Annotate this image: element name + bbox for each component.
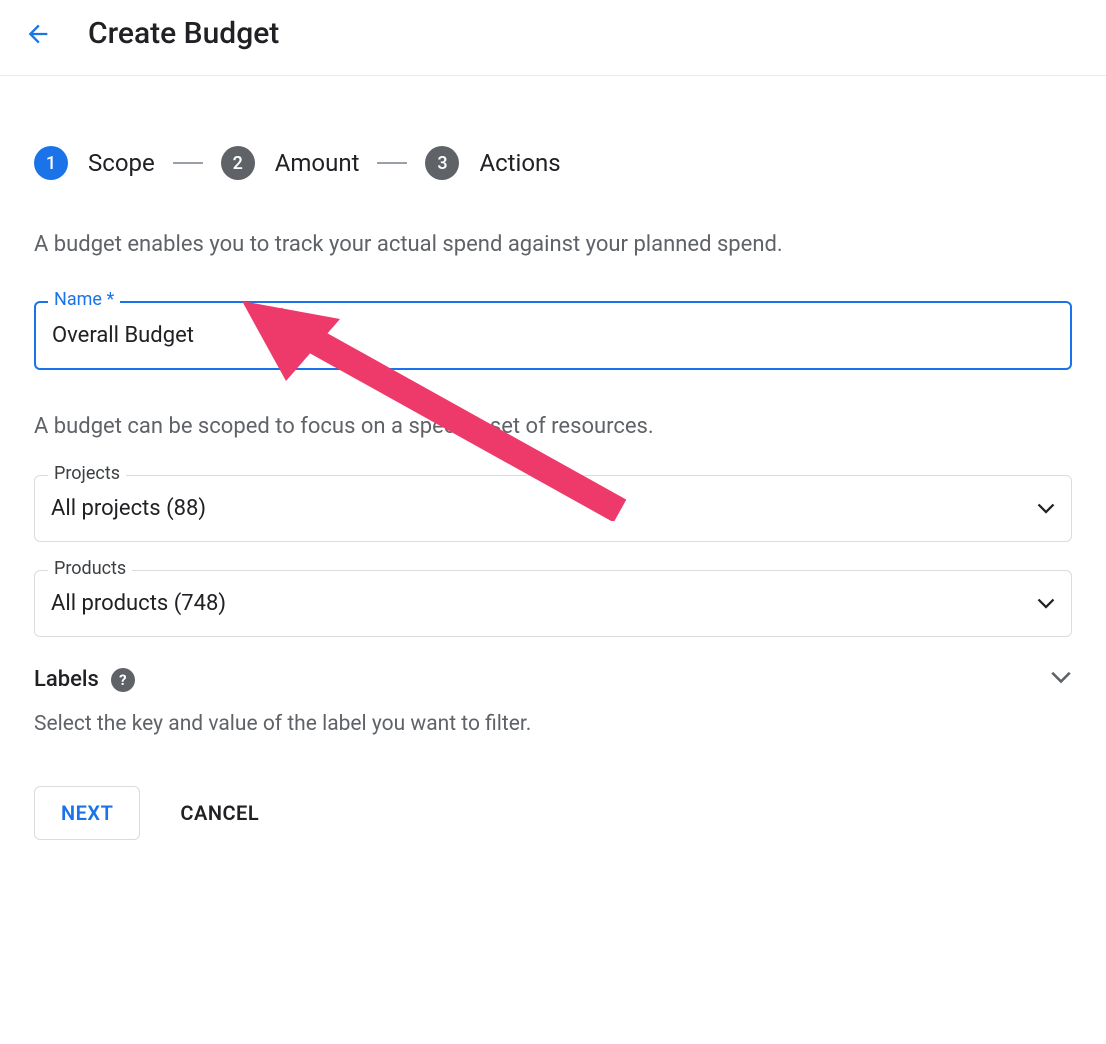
projects-label: Projects <box>48 463 126 484</box>
projects-select-wrapper: Projects All projects (88) <box>34 475 1072 542</box>
chevron-down-icon <box>1050 670 1072 689</box>
stepper: 1 Scope 2 Amount 3 Actions <box>34 146 1072 180</box>
step-1-circle: 1 <box>34 146 68 180</box>
step-1-label: Scope <box>88 149 155 177</box>
labels-description: Select the key and value of the label yo… <box>34 712 1072 736</box>
scope-description: A budget can be scoped to focus on a spe… <box>34 410 1072 443</box>
products-select-wrapper: Products All products (748) <box>34 570 1072 637</box>
products-value: All products (748) <box>51 591 226 616</box>
labels-left: Labels ? <box>34 667 135 692</box>
content-area: 1 Scope 2 Amount 3 Actions A budget enab… <box>0 76 1106 870</box>
budget-description: A budget enables you to track your actua… <box>34 228 1072 261</box>
step-2-label: Amount <box>275 149 360 177</box>
back-arrow-icon[interactable] <box>24 20 52 48</box>
name-required-mark: * <box>106 289 114 310</box>
step-3-label: Actions <box>479 149 560 177</box>
next-button[interactable]: NEXT <box>34 786 140 840</box>
step-scope[interactable]: 1 Scope <box>34 146 155 180</box>
step-connector <box>377 162 407 164</box>
dropdown-icon <box>1037 496 1055 521</box>
step-amount[interactable]: 2 Amount <box>221 146 360 180</box>
help-icon[interactable]: ? <box>111 668 135 692</box>
step-connector <box>173 162 203 164</box>
projects-value: All projects (88) <box>51 496 206 521</box>
name-input[interactable] <box>34 301 1072 370</box>
projects-select[interactable]: All projects (88) <box>34 475 1072 542</box>
labels-section-header[interactable]: Labels ? <box>34 667 1072 692</box>
name-label-text: Name <box>54 289 102 310</box>
button-row: NEXT CANCEL <box>34 786 1072 840</box>
labels-title: Labels <box>34 667 99 692</box>
step-2-circle: 2 <box>221 146 255 180</box>
page-header: Create Budget <box>0 0 1106 76</box>
step-actions[interactable]: 3 Actions <box>425 146 560 180</box>
dropdown-icon <box>1037 591 1055 616</box>
products-label: Products <box>48 558 132 579</box>
name-field-wrapper: Name * <box>34 301 1072 370</box>
page-title: Create Budget <box>88 16 279 51</box>
products-select[interactable]: All products (748) <box>34 570 1072 637</box>
cancel-button[interactable]: CANCEL <box>180 801 259 825</box>
name-field-label: Name * <box>48 289 120 310</box>
step-3-circle: 3 <box>425 146 459 180</box>
